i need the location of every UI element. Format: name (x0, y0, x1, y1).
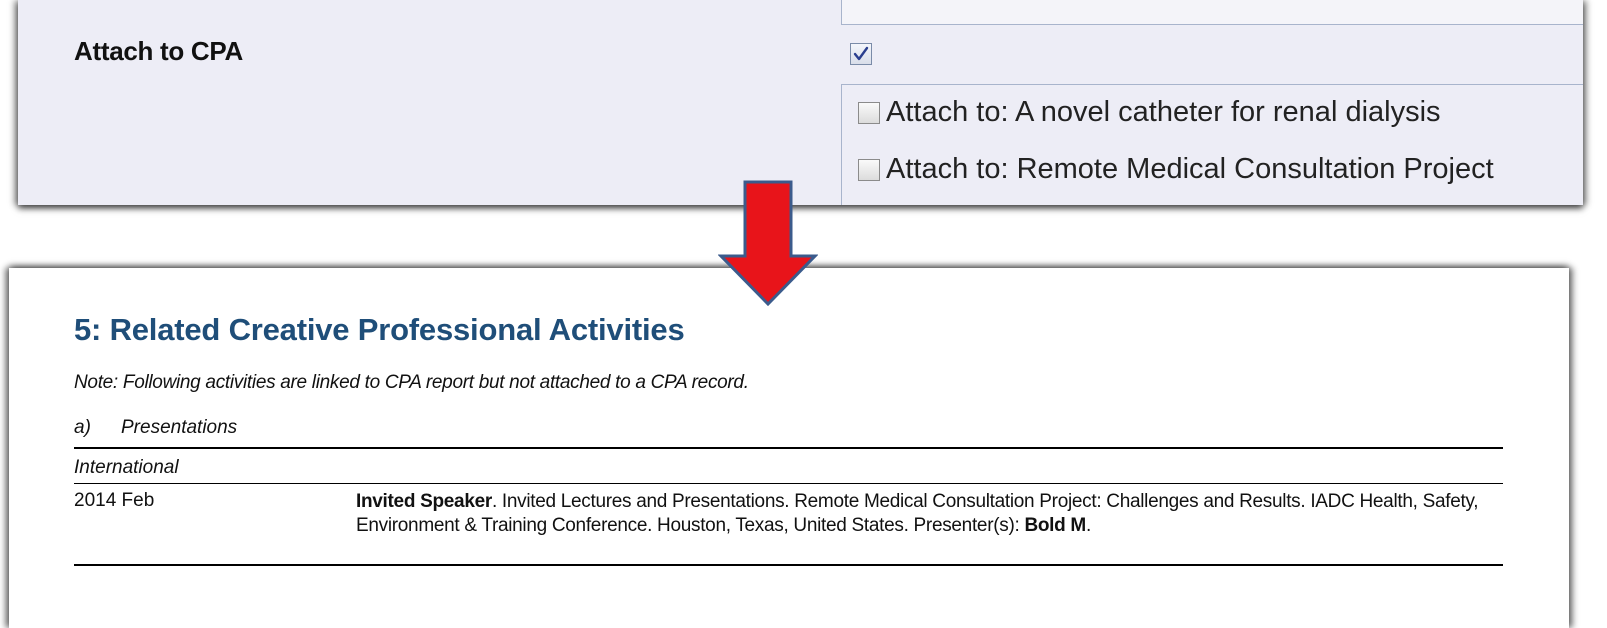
section-title: 5: Related Creative Professional Activit… (74, 312, 685, 347)
section-note: Note: Following activities are linked to… (74, 372, 749, 393)
previous-field-cell (841, 0, 1583, 25)
entry-details: . Invited Lectures and Presentations. Re… (356, 491, 1479, 536)
category-label: International (74, 457, 179, 478)
attach-option-remote-consultation[interactable]: Attach to: Remote Medical Consultation P… (858, 153, 1494, 186)
attach-option-label: Attach to: A novel catheter for renal di… (886, 96, 1441, 128)
report-screenshot: 5: Related Creative Professional Activit… (9, 268, 1569, 628)
subsection-letter: a) (74, 417, 91, 438)
entry-date: 2014 Feb (74, 490, 155, 511)
checkmark-icon (853, 46, 869, 61)
attach-option-label: Attach to: Remote Medical Consultation P… (886, 153, 1494, 185)
attach-option-checkbox[interactable] (858, 101, 880, 124)
down-arrow-icon (718, 180, 818, 306)
attach-options-box: Attach to: A novel catheter for renal di… (841, 84, 1583, 205)
table-bottom-rule (74, 564, 1503, 566)
entry-description: Invited Speaker. Invited Lectures and Pr… (356, 490, 1506, 538)
attach-to-cpa-label: Attach to CPA (74, 36, 243, 66)
entry-role: Invited Speaker (356, 491, 492, 512)
entry-presenter: Bold M (1024, 515, 1086, 536)
table-top-rule (74, 447, 1503, 449)
attach-to-cpa-checkbox[interactable] (850, 43, 872, 65)
entry-end: . (1085, 515, 1091, 536)
attach-option-checkbox[interactable] (858, 158, 880, 181)
category-rule (74, 483, 1503, 484)
subsection-title: Presentations (121, 417, 238, 438)
subsection-heading: a) Presentations (74, 417, 237, 439)
form-screenshot: Attach to CPA Attach to: A novel cathete… (18, 0, 1583, 205)
attach-option-catheter[interactable]: Attach to: A novel catheter for renal di… (858, 96, 1441, 129)
